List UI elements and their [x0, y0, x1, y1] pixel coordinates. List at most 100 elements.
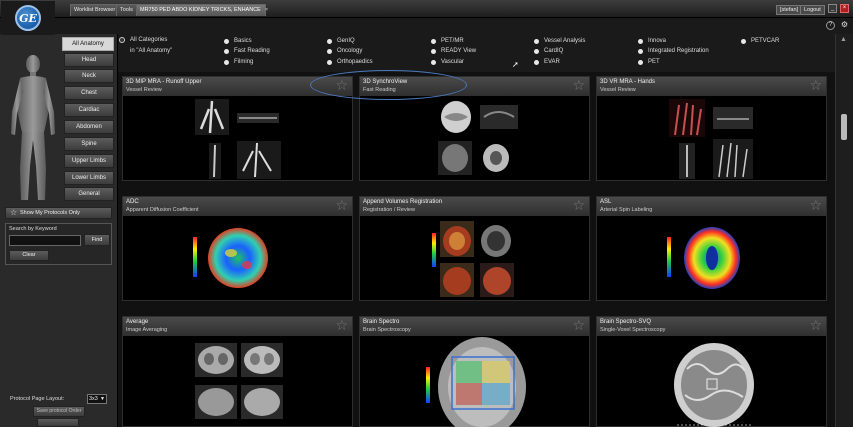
bottom-button[interactable] — [37, 418, 79, 427]
show-my-protocols-button[interactable]: ☆ Show My Protocols Only — [5, 207, 112, 219]
protocol-card-header: Append Volumes Registration Registration… — [360, 197, 589, 216]
category-basics[interactable]: Basics — [224, 38, 252, 44]
category-integrated-registration[interactable]: Integrated Registration — [638, 48, 709, 54]
bullet-icon — [534, 38, 539, 44]
anatomy-upper-limbs-button[interactable]: Upper Limbs — [64, 154, 114, 168]
protocol-subtitle: Vessel Review — [126, 87, 162, 93]
user-label: [stefan] — [776, 5, 803, 15]
category-cardiq[interactable]: CardIQ — [534, 48, 563, 54]
keyword-label: Search by Keyword — [9, 226, 57, 232]
protocol-subtitle: Brain Spectroscopy — [363, 327, 411, 333]
protocol-card-header: Brain Spectro Brain Spectroscopy ☆ — [360, 317, 589, 336]
scrollbar-thumb[interactable] — [841, 114, 847, 140]
help-icon[interactable]: ? — [826, 21, 835, 30]
anatomy-neck-button[interactable]: Neck — [64, 69, 114, 83]
bullet-icon — [224, 48, 229, 54]
close-window-icon[interactable]: × — [840, 4, 849, 13]
bullet-icon — [327, 38, 332, 44]
save-protocol-order-button[interactable]: Save protocol Order — [33, 406, 85, 417]
layout-label: Protocol Page Layout: — [10, 396, 65, 402]
anatomy-cardiac-button[interactable]: Cardiac — [64, 103, 114, 117]
mra-runoff-thumbnail — [195, 99, 281, 179]
anatomy-spine-button[interactable]: Spine — [64, 137, 114, 151]
protocol-subtitle: Arterial Spin Labeling — [600, 207, 653, 213]
category-filming[interactable]: Filming — [224, 59, 253, 65]
find-button[interactable]: Find — [84, 234, 110, 246]
ge-logo-badge: GE — [15, 5, 41, 31]
protocol-title: Brain Spectro-SVQ — [600, 319, 652, 325]
category-oncology[interactable]: Oncology — [327, 48, 362, 54]
category-innova[interactable]: Innova — [638, 38, 666, 44]
bullet-icon — [741, 38, 746, 44]
category-petvcar[interactable]: PETVCAR — [741, 38, 779, 44]
category-all-sub: in "All Anatomy" — [130, 48, 173, 54]
tab-patient-study[interactable]: MR750 PED ABDO KIDNEY TRICKS, ENHANCE × — [136, 4, 268, 16]
synchroview-thumbnail — [438, 101, 518, 175]
protocol-title: 3D MIP MRA - Runoff Upper — [126, 79, 202, 85]
protocol-subtitle: Image Averaging — [126, 327, 168, 333]
clear-button[interactable]: Clear — [9, 250, 49, 261]
protocol-card-header: ADC Apparent Diffusion Coefficient ☆ — [123, 197, 352, 216]
protocol-card[interactable]: 3D VR MRA - Hands Vessel Review ☆ — [596, 76, 827, 181]
protocol-card[interactable]: Average Image Averaging ☆ — [122, 316, 353, 427]
protocol-subtitle: Apparent Diffusion Coefficient — [126, 207, 199, 213]
protocol-card[interactable]: Append Volumes Registration Registration… — [359, 196, 590, 301]
favorite-star-icon[interactable]: ☆ — [809, 78, 822, 92]
favorite-star-icon[interactable]: ☆ — [572, 318, 585, 332]
anatomy-general-button[interactable]: General — [64, 187, 114, 201]
chevron-down-icon: ▼ — [100, 396, 105, 402]
category-fast-reading[interactable]: Fast Reading — [224, 48, 270, 54]
category-vessel-analysis[interactable]: Vessel Analysis — [534, 38, 585, 44]
mouse-cursor-icon: ➚ — [512, 60, 519, 69]
minimize-icon[interactable]: _ — [828, 4, 837, 13]
protocol-card[interactable]: ASL Arterial Spin Labeling ☆ — [596, 196, 827, 301]
bullet-icon — [638, 48, 643, 54]
protocol-title: ASL — [600, 199, 612, 205]
ge-logo: GE — [1, 1, 55, 35]
favorite-star-icon[interactable]: ☆ — [572, 198, 585, 212]
tab-worklist-browser[interactable]: Worklist Browser — [70, 4, 120, 16]
category-pet-mr[interactable]: PET/MR — [431, 38, 464, 44]
vertical-scrollbar[interactable]: ▲ — [835, 34, 853, 427]
keyword-input[interactable] — [9, 235, 81, 246]
protocol-card[interactable]: Brain Spectro Brain Spectroscopy ☆ — [359, 316, 590, 427]
anatomy-lower-limbs-button[interactable]: Lower Limbs — [64, 171, 114, 185]
bullet-icon — [431, 38, 436, 44]
protocol-card[interactable]: Brain Spectro-SVQ Single-Voxel Spectrosc… — [596, 316, 827, 427]
highlight-annotation — [310, 70, 467, 100]
human-body-icon[interactable] — [6, 54, 60, 204]
anatomy-abdomen-button[interactable]: Abdomen — [64, 120, 114, 134]
tab-patient-study-label: MR750 PED ABDO KIDNEY TRICKS, ENHANCE — [140, 7, 261, 13]
category-all-radio[interactable]: All Categories — [119, 37, 167, 43]
category-vascular[interactable]: Vascular — [431, 59, 464, 65]
category-ready-view[interactable]: READY View — [431, 48, 476, 54]
layout-select[interactable]: 3x3 ▼ — [87, 394, 107, 404]
favorite-star-icon[interactable]: ☆ — [809, 198, 822, 212]
category-evar[interactable]: EVAR — [534, 59, 560, 65]
close-tab-icon[interactable]: × — [265, 7, 268, 13]
favorite-star-icon[interactable]: ☆ — [335, 318, 348, 332]
category-orthopaedics[interactable]: Orthopaedics — [327, 59, 373, 65]
protocol-card[interactable]: ADC Apparent Diffusion Coefficient ☆ — [122, 196, 353, 301]
anatomy-all-button[interactable]: All Anatomy — [62, 37, 114, 51]
favorite-star-icon[interactable]: ☆ — [809, 318, 822, 332]
bullet-icon — [431, 59, 436, 65]
anatomy-chest-button[interactable]: Chest — [64, 86, 114, 100]
protocol-card-header: Average Image Averaging ☆ — [123, 317, 352, 336]
tab-tools[interactable]: Tools — [116, 4, 137, 16]
bullet-icon — [327, 59, 332, 65]
category-geniq[interactable]: GenIQ — [327, 38, 355, 44]
category-pet[interactable]: PET — [638, 59, 660, 65]
bullet-icon — [638, 38, 643, 44]
anatomy-head-button[interactable]: Head — [64, 53, 114, 67]
favorite-star-icon[interactable]: ☆ — [335, 198, 348, 212]
bullet-icon — [327, 48, 332, 54]
left-panel: All Anatomy Head Neck Chest Cardiac Abdo… — [0, 34, 118, 427]
bullet-icon — [431, 48, 436, 54]
scroll-up-icon[interactable]: ▲ — [840, 36, 847, 43]
favorite-star-icon[interactable]: ☆ — [572, 78, 585, 92]
settings-icon[interactable]: ⚙ — [840, 21, 849, 30]
protocol-card-header: ASL Arterial Spin Labeling ☆ — [597, 197, 826, 216]
logout-button[interactable]: Logout — [800, 5, 825, 15]
bullet-icon — [534, 48, 539, 54]
